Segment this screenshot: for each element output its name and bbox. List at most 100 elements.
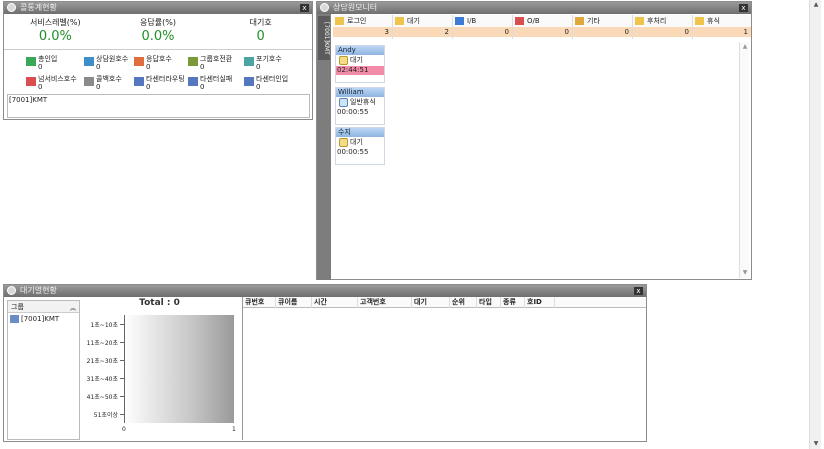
counter-label: 상담원호수 — [96, 55, 129, 63]
scroll-up-icon[interactable]: ▲ — [811, 0, 821, 10]
agent-name: William — [336, 88, 384, 97]
table-column-header[interactable]: 큐번호 — [243, 297, 276, 308]
metric-label: 응답률(%) — [140, 18, 176, 27]
table-column-header[interactable]: 타입 — [477, 297, 501, 308]
counter-value: 0 — [96, 83, 101, 91]
status-count: 0 — [513, 27, 572, 37]
status-header: 후처리 — [633, 15, 692, 27]
inbound-arrow-icon — [455, 17, 464, 25]
chart-tick — [120, 414, 124, 415]
counter-value: 0 — [146, 63, 151, 71]
table-column-header[interactable]: 순위 — [450, 297, 477, 308]
agent-monitor-title: 상담원모니터 — [333, 3, 378, 12]
close-icon[interactable]: x — [739, 4, 748, 12]
chart-tick-label: 11초~20초 — [86, 340, 118, 347]
table-column-header[interactable]: 호ID — [525, 297, 555, 308]
counter-grid: 총인입 0 상담원호수 0 응답호수 0 그룹호전환 0 포기호수 0 넘서비스호수 0 콜… — [4, 50, 312, 94]
agent-status-label: 대기 — [350, 138, 363, 146]
group-list-header: 그룹 ︽ — [8, 301, 79, 313]
scroll-down-icon[interactable]: ▼ — [741, 269, 749, 277]
status-count: 3 — [333, 27, 392, 37]
table-column-header[interactable]: 시간 — [312, 297, 358, 308]
agent-status: 일반휴식 — [336, 97, 384, 108]
chart-tick-label: 51초이상 — [93, 412, 118, 419]
chart-tick — [120, 396, 124, 397]
answer-icon — [134, 57, 144, 66]
table-column-header[interactable]: 종류 — [501, 297, 525, 308]
status-label: 로그인 — [347, 17, 367, 25]
wait-icon — [395, 17, 404, 25]
agent-monitor-panel: 상담원모니터 x [7001]KMT 로그인 3 대기 2 I/B 0 O/B 0 기타… — [316, 1, 752, 280]
group-list-item-label: [7001]KMT — [21, 315, 60, 323]
chart-plot-area — [124, 315, 234, 423]
status-login: 로그인 3 — [333, 15, 393, 39]
chart-x-tick-label: 1 — [232, 426, 236, 433]
status-inbound: I/B 0 — [453, 15, 513, 39]
counter-label: 넘서비스호수 — [38, 75, 77, 83]
scroll-down-icon[interactable]: ▼ — [811, 439, 821, 449]
status-count: 1 — [693, 27, 751, 37]
counter-label: 타센터인입 — [256, 75, 289, 83]
counter-value: 0 — [38, 63, 43, 71]
counter-value: 0 — [38, 83, 43, 91]
chart-tick — [120, 360, 124, 361]
tab-group-kmt[interactable]: [7001]KMT — [318, 16, 330, 60]
chart-tick-label: 21초~30초 — [86, 358, 118, 365]
counter-label: 타센터실패 — [200, 75, 233, 83]
table-column-header[interactable]: 고객번호 — [358, 297, 412, 308]
queue-status-panel: 대기열현황 x 그룹 ︽ [7001]KMT Total : 0 1초~10초 11… — [3, 284, 647, 442]
agent-card[interactable]: 수지 대기 00:00:55 — [335, 127, 385, 165]
agent-status-icon — [339, 98, 348, 107]
after-work-icon — [635, 17, 644, 25]
counter-value: 0 — [146, 83, 151, 91]
chart-x-tick-label: 0 — [122, 426, 126, 433]
callback-icon — [84, 77, 94, 86]
status-count: 0 — [573, 27, 632, 37]
table-column-header[interactable]: 대기 — [412, 297, 450, 308]
agent-monitor-titlebar[interactable]: 상담원모니터 x — [317, 2, 751, 14]
counter-center-fail: 타센터실패 0 — [188, 74, 244, 94]
abandon-icon — [244, 57, 254, 66]
counter-value: 0 — [200, 63, 205, 71]
metric-value: 0.0% — [38, 29, 72, 44]
agent-status-icon — [339, 56, 348, 65]
chart-y-axis — [124, 315, 125, 423]
status-header: 로그인 — [333, 15, 392, 27]
agent-status: 대기 — [336, 55, 384, 66]
scroll-up-icon[interactable]: ▲ — [741, 43, 749, 51]
agent-status-label: 대기 — [350, 56, 363, 64]
chart-tick — [120, 378, 124, 379]
chart-title: Total : 0 — [139, 298, 180, 308]
monitor-scrollbar[interactable]: ▲ ▼ — [739, 42, 749, 278]
chart-tick-label: 41초~50초 — [86, 394, 118, 401]
wait-time-chart: Total : 0 1초~10초 11초~20초 21초~30초 31초~40초 41초… — [82, 297, 237, 440]
close-icon[interactable]: x — [300, 4, 309, 12]
counter-callback: 콜백호수 0 — [84, 74, 140, 94]
close-icon[interactable]: x — [634, 287, 643, 295]
counter-value: 0 — [256, 63, 261, 71]
counter-value: 0 — [96, 63, 101, 71]
login-icon — [335, 17, 344, 25]
group-list-item[interactable]: [7001]KMT — [8, 313, 79, 323]
panel-icon — [7, 3, 16, 12]
status-summary-row: 로그인 3 대기 2 I/B 0 O/B 0 기타 0 후처리 0 휴식 1 — [333, 15, 751, 39]
phone-green-icon — [26, 57, 36, 66]
status-header: 대기 — [393, 15, 452, 27]
chart-tick-label: 1초~10초 — [90, 322, 118, 329]
status-label: I/B — [467, 17, 477, 25]
agent-card[interactable]: Andy 대기 02:44:51 — [335, 45, 385, 83]
agent-name: Andy — [336, 46, 384, 55]
rest-icon — [695, 17, 704, 25]
agent-card[interactable]: William 일반휴식 00:00:55 — [335, 87, 385, 125]
page-scrollbar[interactable]: ▲ ▼ — [809, 0, 821, 449]
group-side-tabs: [7001]KMT — [317, 14, 331, 280]
call-stats-titlebar[interactable]: 콜통계현황 x — [4, 2, 312, 14]
counter-label: 타센터라우팅 — [146, 75, 185, 83]
queue-titlebar[interactable]: 대기열현황 x — [4, 285, 646, 297]
status-label: 대기 — [407, 17, 420, 25]
agent-status-icon — [339, 138, 348, 147]
event-log-box[interactable]: [7001]KMT — [7, 94, 310, 118]
table-column-header[interactable]: 큐이름 — [276, 297, 312, 308]
status-label: 기타 — [587, 17, 600, 25]
counter-total-in: 총인입 0 — [26, 54, 82, 74]
